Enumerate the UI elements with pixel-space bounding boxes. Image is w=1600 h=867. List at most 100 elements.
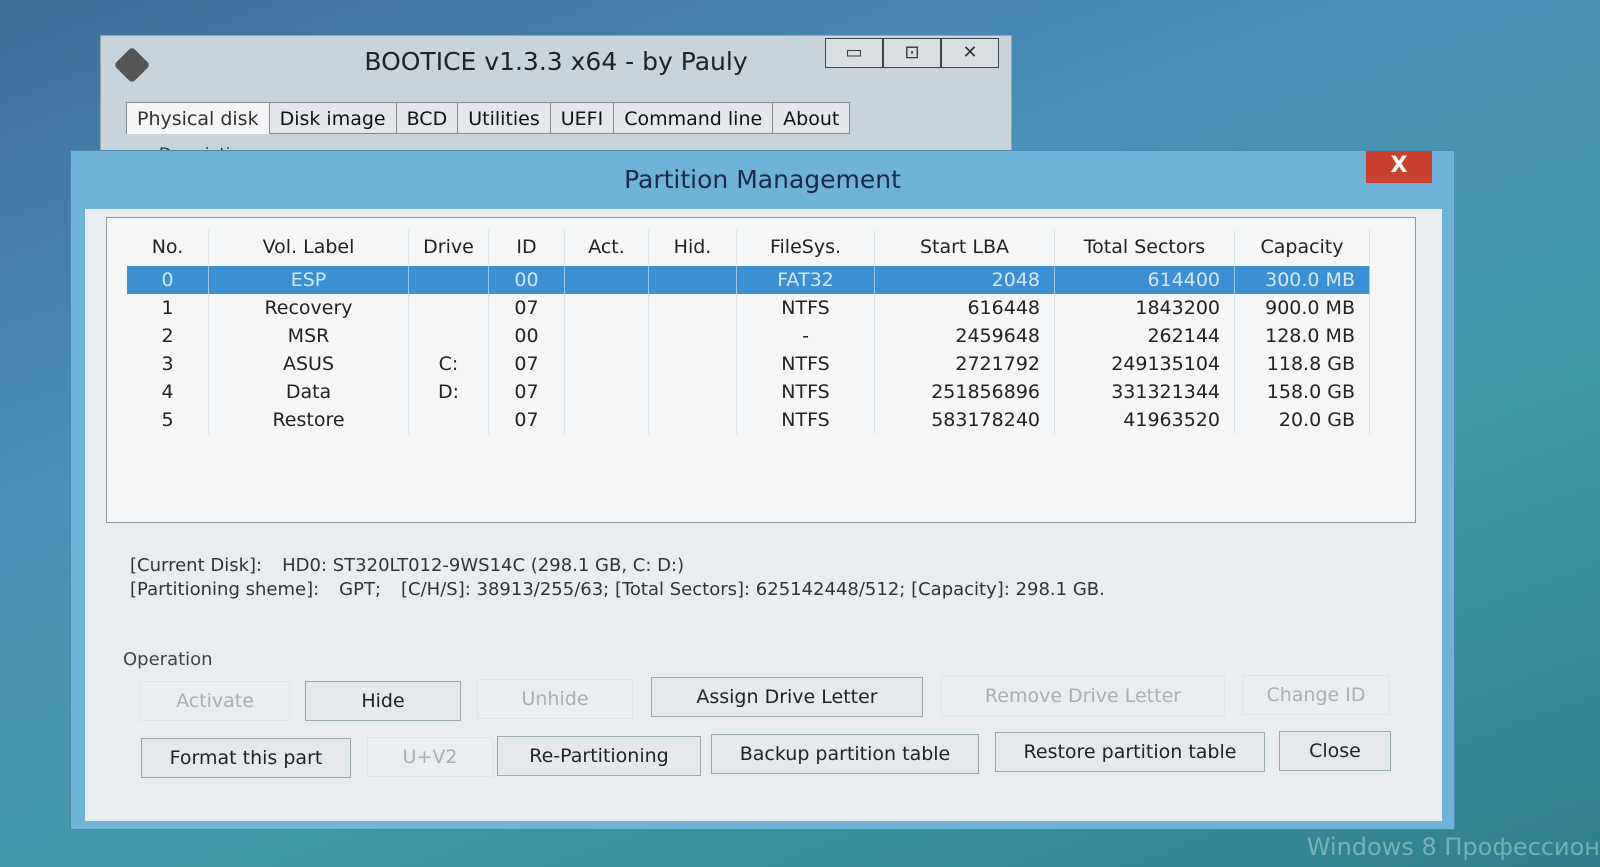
table-cell: ESP: [209, 266, 409, 294]
operation-label: Operation: [123, 649, 213, 670]
column-header[interactable]: Start LBA: [875, 230, 1055, 264]
table-cell: [409, 266, 489, 294]
close-button[interactable]: ✕: [941, 38, 999, 68]
disk-info: [Current Disk]: HD0: ST320LT012-9WS14C (2…: [130, 554, 1125, 602]
table-cell: 900.0 MB: [1235, 294, 1370, 322]
change-id-button[interactable]: Change ID: [1243, 675, 1389, 715]
table-cell: 5: [127, 406, 209, 434]
table-cell: 128.0 MB: [1235, 322, 1370, 350]
table-cell: FAT32: [737, 266, 875, 294]
table-cell: [649, 266, 737, 294]
partition-management-dialog: Partition Management X No. Vol. Label Driv…: [70, 150, 1455, 830]
table-cell: [565, 294, 649, 322]
table-cell: [409, 322, 489, 350]
format-partition-button[interactable]: Format this part: [141, 738, 351, 778]
column-header[interactable]: No.: [127, 230, 209, 264]
column-header[interactable]: Act.: [565, 230, 649, 264]
table-cell: 20.0 GB: [1235, 406, 1370, 434]
dialog-title: Partition Management: [624, 165, 901, 194]
uv2-button[interactable]: U+V2: [367, 737, 493, 777]
table-cell: [649, 294, 737, 322]
table-cell: 158.0 GB: [1235, 378, 1370, 406]
table-cell: 41963520: [1055, 406, 1235, 434]
assign-drive-letter-button[interactable]: Assign Drive Letter: [651, 677, 923, 717]
dialog-close-button[interactable]: X: [1366, 151, 1432, 183]
table-cell: 249135104: [1055, 350, 1235, 378]
table-row[interactable]: 5 Restore 07 NTFS 583178240 41963520 20.0 GB: [127, 406, 1370, 434]
table-row[interactable]: 1 Recovery 07 NTFS 616448 1843200 900.0 MB: [127, 294, 1370, 322]
column-header[interactable]: Vol. Label: [209, 230, 409, 264]
column-header[interactable]: FileSys.: [737, 230, 875, 264]
table-cell: [409, 406, 489, 434]
table-cell: 300.0 MB: [1235, 266, 1370, 294]
table-cell: Recovery: [209, 294, 409, 322]
table-cell: NTFS: [737, 294, 875, 322]
table-row[interactable]: 0 ESP 00 FAT32 2048 614400 300.0 MB: [127, 266, 1370, 294]
remove-drive-letter-button[interactable]: Remove Drive Letter: [941, 676, 1225, 716]
hide-button[interactable]: Hide: [305, 681, 461, 721]
table-cell: D:: [409, 378, 489, 406]
table-cell: ASUS: [209, 350, 409, 378]
tab-physical-disk[interactable]: Physical disk: [126, 102, 270, 134]
table-cell: 2459648: [875, 322, 1055, 350]
column-header[interactable]: Total Sectors: [1055, 230, 1235, 264]
table-cell: 00: [489, 266, 565, 294]
table-cell: 583178240: [875, 406, 1055, 434]
table-cell: Restore: [209, 406, 409, 434]
tab-utilities[interactable]: Utilities: [457, 102, 551, 134]
table-cell: NTFS: [737, 350, 875, 378]
restore-partition-table-button[interactable]: Restore partition table: [995, 732, 1265, 772]
table-cell: 2721792: [875, 350, 1055, 378]
bootice-main-window: BOOTICE v1.3.3 x64 - by Pauly ▭ ⊡ ✕ Phys…: [100, 35, 1012, 163]
table-cell: 07: [489, 406, 565, 434]
current-disk-label: [Current Disk]:: [130, 555, 263, 576]
table-cell: 331321344: [1055, 378, 1235, 406]
table-row[interactable]: 3 ASUS C: 07 NTFS 2721792 249135104 118.8 GB: [127, 350, 1370, 378]
tab-disk-image[interactable]: Disk image: [268, 102, 397, 134]
table-row[interactable]: 2 MSR 00 -2459648 262144 128.0 MB: [127, 322, 1370, 350]
current-disk-value: HD0: ST320LT012-9WS14C (298.1 GB, C: D:): [282, 555, 685, 576]
partition-table[interactable]: No. Vol. Label Drive ID Act. Hid. FileSys. Star…: [106, 217, 1416, 523]
table-cell: [565, 350, 649, 378]
table-cell: 616448: [875, 294, 1055, 322]
column-header[interactable]: Capacity: [1235, 230, 1370, 264]
table-cell: [409, 294, 489, 322]
table-row[interactable]: 4 Data D: 07 NTFS 251856896 331321344 158.0 GB: [127, 378, 1370, 406]
table-cell: NTFS: [737, 378, 875, 406]
table-cell: Data: [209, 378, 409, 406]
minimize-button[interactable]: ▭: [825, 38, 883, 68]
tab-command-line[interactable]: Command line: [613, 102, 774, 134]
os-watermark: Windows 8 Профессион: [1306, 833, 1600, 861]
table-header[interactable]: No. Vol. Label Drive ID Act. Hid. FileSys. Star…: [127, 230, 1370, 264]
table-cell: 251856896: [875, 378, 1055, 406]
backup-partition-table-button[interactable]: Backup partition table: [711, 734, 979, 774]
table-cell: 2: [127, 322, 209, 350]
unhide-button[interactable]: Unhide: [477, 679, 633, 719]
table-cell: 07: [489, 378, 565, 406]
table-cell: 07: [489, 350, 565, 378]
table-cell: 3: [127, 350, 209, 378]
table-cell: 4: [127, 378, 209, 406]
table-cell: [649, 378, 737, 406]
column-header[interactable]: ID: [489, 230, 565, 264]
maximize-button[interactable]: ⊡: [883, 38, 941, 68]
tab-about[interactable]: About: [772, 102, 851, 134]
column-header[interactable]: Drive: [409, 230, 489, 264]
tab-bcd[interactable]: BCD: [395, 102, 459, 134]
scheme-label: [Partitioning sheme]:: [130, 579, 320, 600]
table-cell: [649, 350, 737, 378]
table-cell: 262144: [1055, 322, 1235, 350]
tab-uefi[interactable]: UEFI: [549, 102, 615, 134]
activate-button[interactable]: Activate: [140, 681, 290, 721]
table-cell: [565, 266, 649, 294]
column-header[interactable]: Hid.: [649, 230, 737, 264]
table-cell: [649, 406, 737, 434]
table-cell: 00: [489, 322, 565, 350]
repartitioning-button[interactable]: Re-Partitioning: [497, 736, 701, 776]
close-dialog-button[interactable]: Close: [1279, 731, 1391, 771]
table-cell: C:: [409, 350, 489, 378]
table-cell: [565, 322, 649, 350]
table-cell: 1843200: [1055, 294, 1235, 322]
table-cell: 1: [127, 294, 209, 322]
table-cell: [565, 406, 649, 434]
